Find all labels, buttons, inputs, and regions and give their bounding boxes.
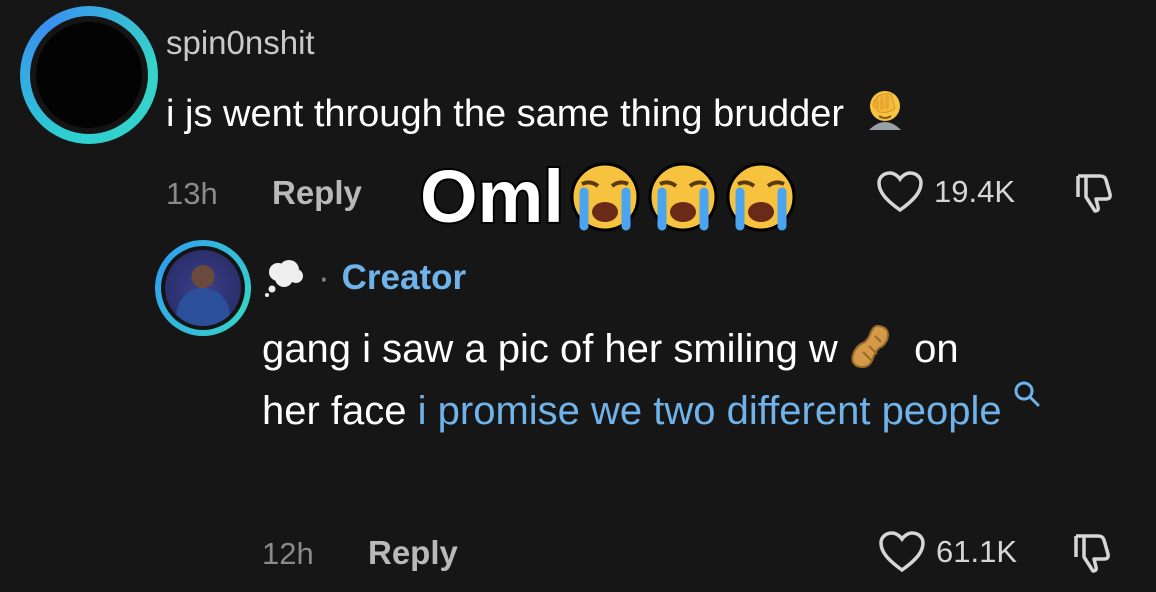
overlay-caption: Oml	[418, 155, 798, 238]
heart-icon	[879, 531, 925, 573]
separator-dot: ·	[318, 258, 330, 297]
comment-like-count: 19.4K	[934, 174, 1016, 209]
creator-avatar[interactable]	[155, 240, 251, 336]
loudly-crying-face-icon	[570, 162, 640, 232]
comment-text: i js went through the same thing brudder	[166, 93, 845, 135]
peanut-icon	[851, 324, 889, 368]
overlay-text: Oml	[418, 155, 566, 238]
reply-text-line2: her face	[262, 389, 407, 433]
loudly-crying-face-icon	[648, 162, 718, 232]
avatar-inner	[30, 16, 148, 134]
reply-like-button[interactable]: 61.1K	[878, 530, 1017, 574]
reply-like-count: 61.1K	[936, 534, 1018, 569]
avatar-image	[165, 250, 241, 326]
comment-username[interactable]: spin0nshit	[166, 24, 315, 62]
creator-badge: Creator	[341, 258, 467, 297]
reply-time: 12h	[262, 536, 314, 571]
comment-time: 13h	[166, 176, 218, 211]
search-suggestion-link[interactable]: i promise we two different people	[417, 381, 1041, 433]
reply-text-line1: gang i saw a pic of her smiling w	[262, 327, 838, 371]
reply-reply-button[interactable]: Reply	[368, 534, 458, 572]
commenter-avatar[interactable]	[20, 6, 158, 144]
creator-header: · Creator	[262, 258, 466, 298]
comment-body: i js went through the same thing brudder	[166, 84, 909, 136]
thumbs-down-icon[interactable]	[1070, 530, 1114, 574]
reply-body: gang i saw a pic of her smiling w on her…	[262, 318, 1102, 442]
heart-icon	[877, 171, 923, 213]
facepalm-icon	[868, 91, 901, 130]
comment-like-button[interactable]: 19.4K	[876, 170, 1015, 214]
avatar-inner	[161, 246, 245, 330]
reply-text-after: on	[914, 327, 959, 371]
search-icon	[1014, 381, 1040, 407]
comment-reply-button[interactable]: Reply	[272, 174, 362, 212]
loudly-crying-face-icon	[726, 162, 796, 232]
search-suggestion-text: i promise we two different people	[417, 389, 1002, 433]
thumbs-down-icon[interactable]	[1072, 170, 1116, 214]
thought-bubble-icon	[265, 260, 303, 297]
avatar-image	[36, 22, 142, 128]
